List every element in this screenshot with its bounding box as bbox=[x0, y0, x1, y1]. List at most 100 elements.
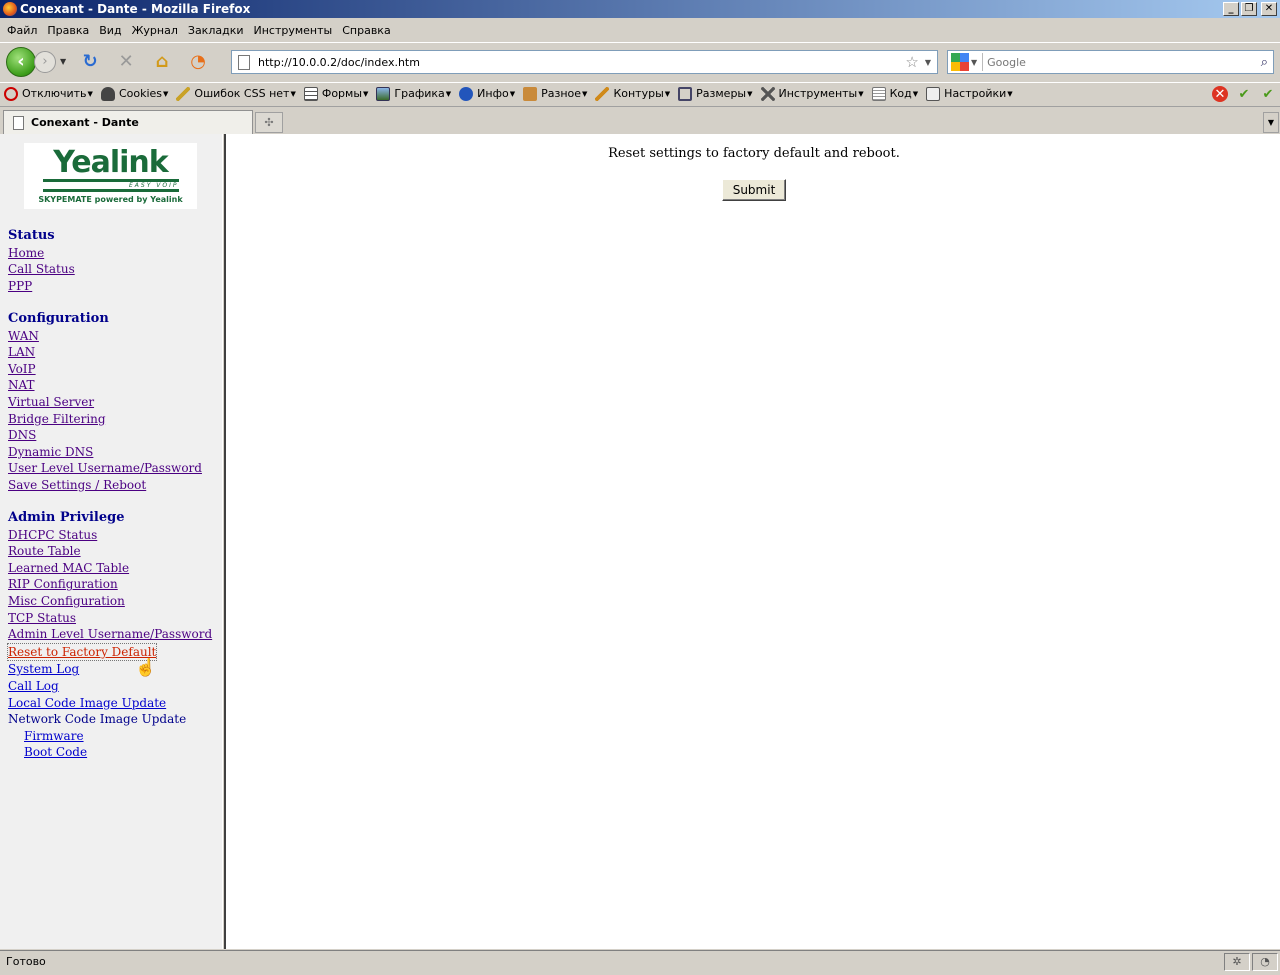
link-call-status[interactable]: Call Status bbox=[8, 261, 75, 278]
home-icon[interactable]: ⌂ bbox=[149, 49, 175, 75]
link-route-table[interactable]: Route Table bbox=[8, 543, 81, 560]
dev-info[interactable]: Инфо ▼ bbox=[459, 86, 515, 101]
info-icon bbox=[459, 86, 474, 101]
google-icon[interactable] bbox=[951, 53, 969, 71]
dev-images[interactable]: Графика ▼ bbox=[376, 86, 451, 101]
tab-list-button[interactable]: ▼ bbox=[1263, 112, 1279, 133]
url-dropdown-icon[interactable]: ▼ bbox=[925, 58, 931, 67]
link-voip[interactable]: VoIP bbox=[8, 361, 36, 378]
minimize-button[interactable]: _ bbox=[1223, 2, 1239, 16]
user-icon bbox=[100, 86, 115, 101]
url-text[interactable]: http://10.0.0.2/doc/index.htm bbox=[258, 56, 905, 69]
link-dns[interactable]: DNS bbox=[8, 427, 36, 444]
main-frame: Reset settings to factory default and re… bbox=[228, 134, 1280, 949]
link-call-log[interactable]: Call Log bbox=[8, 678, 59, 695]
dev-cookies[interactable]: Cookies ▼ bbox=[100, 86, 168, 101]
plus-icon: ✣ bbox=[264, 116, 274, 129]
chevron-down-icon: ▼ bbox=[1267, 118, 1275, 127]
address-bar[interactable]: http://10.0.0.2/doc/index.htm ☆ ▼ bbox=[231, 50, 938, 74]
link-learned-mac[interactable]: Learned MAC Table bbox=[8, 560, 129, 577]
search-input[interactable]: Google bbox=[987, 56, 1261, 69]
dev-resize[interactable]: Размеры ▼ bbox=[678, 86, 753, 101]
link-firmware[interactable]: Firmware bbox=[24, 728, 84, 745]
tab-conexant-dante[interactable]: Conexant - Dante bbox=[3, 110, 253, 134]
menu-history[interactable]: Журнал bbox=[127, 24, 183, 37]
tools-icon bbox=[760, 86, 775, 101]
search-icon[interactable]: ⌕ bbox=[1261, 55, 1268, 70]
dev-disable[interactable]: Отключить ▼ bbox=[4, 86, 93, 101]
web-developer-toolbar: Отключить ▼ Cookies ▼ Ошибок CSS нет ▼ Форм… bbox=[0, 82, 1280, 104]
feed-icon[interactable]: ◔ bbox=[1252, 952, 1278, 971]
history-dropdown-icon[interactable]: ▼ bbox=[60, 57, 66, 66]
image-icon bbox=[376, 86, 391, 101]
yealink-logo: Yealink EASY VOIP SKYPEMATE powered by Y… bbox=[24, 143, 197, 209]
link-lan[interactable]: LAN bbox=[8, 344, 35, 361]
content-area: Yealink EASY VOIP SKYPEMATE powered by Y… bbox=[0, 134, 1280, 949]
link-local-code-update[interactable]: Local Code Image Update bbox=[8, 695, 166, 712]
arrow-left-icon: ‹ bbox=[17, 51, 25, 72]
link-rip-config[interactable]: RIP Configuration bbox=[8, 576, 118, 593]
link-user-password[interactable]: User Level Username/Password bbox=[8, 460, 202, 477]
rss-icon[interactable]: ◔ bbox=[185, 49, 211, 75]
menu-bar: Файл Правка Вид Журнал Закладки Инструме… bbox=[0, 20, 1280, 41]
page-icon bbox=[13, 115, 24, 130]
back-button[interactable]: ‹ bbox=[6, 46, 36, 77]
link-wan[interactable]: WAN bbox=[8, 328, 39, 345]
stop-icon[interactable]: ✕ bbox=[113, 49, 139, 75]
firefox-icon bbox=[3, 2, 17, 16]
link-misc-config[interactable]: Misc Configuration bbox=[8, 593, 125, 610]
link-boot-code[interactable]: Boot Code bbox=[24, 744, 87, 761]
link-nat[interactable]: NAT bbox=[8, 377, 35, 394]
link-tcp-status[interactable]: TCP Status bbox=[8, 610, 76, 627]
page-icon bbox=[238, 54, 250, 70]
frame-divider[interactable] bbox=[222, 134, 226, 949]
menu-help[interactable]: Справка bbox=[337, 24, 395, 37]
dev-outline[interactable]: Контуры ▼ bbox=[595, 86, 670, 101]
menu-view[interactable]: Вид bbox=[94, 24, 126, 37]
dev-tools[interactable]: Инструменты ▼ bbox=[760, 86, 864, 101]
forward-button[interactable]: › bbox=[34, 50, 56, 73]
source-icon bbox=[871, 86, 886, 101]
sidebar-menu: Status Home Call Status PPP Configuratio… bbox=[7, 228, 218, 761]
link-home[interactable]: Home bbox=[8, 245, 44, 262]
outline-icon bbox=[595, 86, 610, 101]
status-text: Готово bbox=[6, 955, 46, 968]
status-bar: Готово ✲ ◔ bbox=[0, 950, 1280, 972]
window-titlebar: Conexant - Dante - Mozilla Firefox _ ❐ ✕ bbox=[0, 0, 1280, 18]
search-engine-dropdown-icon[interactable]: ▼ bbox=[971, 58, 977, 67]
section-configuration: Configuration bbox=[8, 310, 109, 326]
tab-label: Conexant - Dante bbox=[31, 116, 139, 129]
menu-bookmarks[interactable]: Закладки bbox=[183, 24, 249, 37]
maximize-button[interactable]: ❐ bbox=[1241, 2, 1257, 16]
hand-cursor-icon: ☝ bbox=[135, 658, 157, 678]
menu-file[interactable]: Файл bbox=[2, 24, 42, 37]
check-icon[interactable]: ✔ bbox=[1236, 86, 1252, 102]
search-bar[interactable]: ▼ Google ⌕ bbox=[947, 50, 1274, 74]
link-system-log[interactable]: System Log bbox=[8, 661, 79, 678]
reload-icon[interactable]: ↻ bbox=[77, 49, 103, 75]
link-admin-password[interactable]: Admin Level Username/Password bbox=[8, 626, 212, 643]
link-virtual-server[interactable]: Virtual Server bbox=[8, 394, 94, 411]
link-ppp[interactable]: PPP bbox=[8, 278, 32, 295]
dev-options[interactable]: Настройки ▼ bbox=[926, 86, 1013, 101]
dev-misc[interactable]: Разное ▼ bbox=[523, 86, 587, 101]
menu-tools[interactable]: Инструменты bbox=[249, 24, 338, 37]
link-bridge-filtering[interactable]: Bridge Filtering bbox=[8, 411, 106, 428]
dev-forms[interactable]: Формы ▼ bbox=[303, 86, 368, 101]
debug-icon[interactable]: ✲ bbox=[1224, 952, 1250, 971]
check-icon[interactable]: ✔ bbox=[1260, 86, 1276, 102]
link-save-reboot[interactable]: Save Settings / Reboot bbox=[8, 477, 146, 494]
left-frame: Yealink EASY VOIP SKYPEMATE powered by Y… bbox=[0, 134, 222, 949]
new-tab-button[interactable]: ✣ bbox=[255, 112, 283, 133]
window-title: Conexant - Dante - Mozilla Firefox bbox=[20, 2, 251, 16]
dev-source[interactable]: Код ▼ bbox=[871, 86, 918, 101]
link-dynamic-dns[interactable]: Dynamic DNS bbox=[8, 444, 93, 461]
resize-icon bbox=[678, 86, 693, 101]
submit-button[interactable]: Submit bbox=[722, 179, 786, 201]
menu-edit[interactable]: Правка bbox=[42, 24, 94, 37]
dev-css[interactable]: Ошибок CSS нет ▼ bbox=[176, 86, 296, 101]
bookmark-star-icon[interactable]: ☆ bbox=[905, 53, 918, 71]
link-dhcpc-status[interactable]: DHCPC Status bbox=[8, 527, 97, 544]
close-button[interactable]: ✕ bbox=[1261, 2, 1277, 16]
error-icon[interactable]: ✕ bbox=[1212, 86, 1228, 102]
